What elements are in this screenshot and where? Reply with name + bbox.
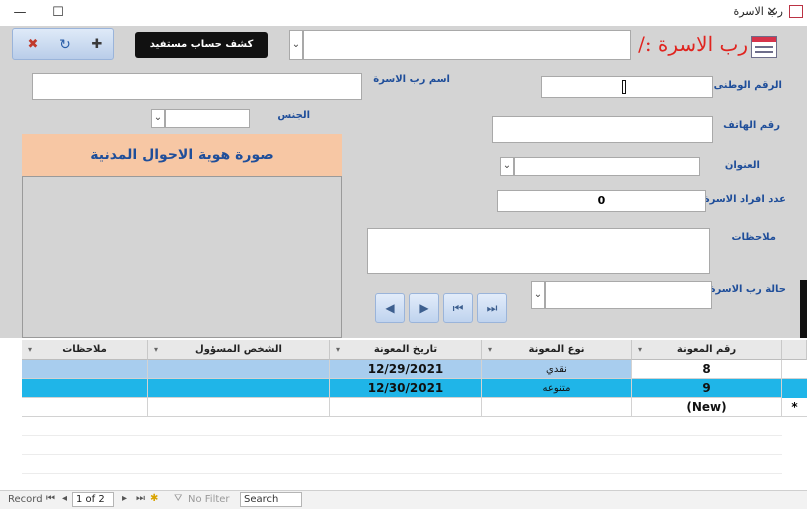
status-dropdown-arrow[interactable]: ⌄ <box>531 281 545 309</box>
close-button[interactable]: ✕ <box>752 0 792 26</box>
gender-combo[interactable] <box>165 109 250 128</box>
delete-record-icon[interactable]: ✖ <box>21 35 45 55</box>
column-header-aid-number-label: رقم المعونة <box>676 344 737 355</box>
column-header-aid-date[interactable]: تاريخ المعونة ▾ <box>330 340 482 360</box>
select-all-corner[interactable] <box>782 340 807 360</box>
address-combo[interactable] <box>514 157 700 176</box>
cell-aid-type[interactable]: نقدي <box>482 360 632 379</box>
last-record-icon[interactable]: ⏭ <box>136 493 145 504</box>
cell-aid-date[interactable]: 12/29/2021 <box>330 360 482 379</box>
form-edge-marker <box>800 280 807 338</box>
status-label: حالة رب الاسرة <box>709 284 786 295</box>
filter-icon: ⛛ <box>174 493 183 504</box>
search-input[interactable]: Search <box>240 492 302 507</box>
beneficiary-statement-button[interactable]: كشف حساب مستفيد <box>135 32 268 58</box>
last-record-button[interactable]: ⏭ <box>477 293 507 323</box>
lookup-dropdown-arrow[interactable]: ⌄ <box>289 30 303 60</box>
cell-empty[interactable] <box>330 398 482 417</box>
row-selector[interactable] <box>782 379 807 398</box>
previous-record-button[interactable]: ◀ <box>375 293 405 323</box>
new-row-marker[interactable]: * <box>782 398 807 417</box>
column-header-notes-label: ملاحظات <box>62 344 107 355</box>
first-record-icon[interactable]: ⏮ <box>46 493 55 504</box>
row-selector[interactable] <box>782 360 807 379</box>
form-title-icon <box>751 36 777 58</box>
new-record-icon[interactable]: ✚ <box>85 35 109 55</box>
id-photo-frame[interactable] <box>22 176 342 338</box>
cell-new-placeholder[interactable]: (New) <box>632 398 782 417</box>
record-position-input[interactable]: 1 of 2 <box>72 492 114 507</box>
id-photo-caption: صورة هوية الاحوال المدنية <box>22 134 342 176</box>
column-header-aid-number[interactable]: رقم المعونة ▾ <box>632 340 782 360</box>
column-header-responsible-label: الشخص المسؤول <box>195 344 282 355</box>
form-body: ✖ ↻ ✚ كشف حساب مستفيد ⌄ رب الاسرة :/ اسم… <box>0 26 807 338</box>
new-record-nav-icon[interactable]: ✱ <box>150 493 158 504</box>
column-header-aid-date-label: تاريخ المعونة <box>373 344 438 355</box>
cell-aid-number[interactable]: 8 <box>632 360 782 379</box>
cell-empty[interactable] <box>482 398 632 417</box>
cell-aid-date[interactable]: 12/30/2021 <box>330 379 482 398</box>
sort-arrow-icon[interactable]: ▾ <box>488 340 492 360</box>
lookup-combo[interactable] <box>303 30 631 60</box>
cell-empty[interactable] <box>148 398 330 417</box>
notes-input[interactable] <box>367 228 710 274</box>
sort-arrow-icon[interactable]: ▾ <box>154 340 158 360</box>
table-row[interactable]: 9 متنوعه 12/30/2021 <box>22 379 782 398</box>
previous-record-icon[interactable]: ◂ <box>62 493 67 504</box>
column-header-aid-type-label: نوع المعونة <box>528 344 585 355</box>
national-id-input[interactable] <box>541 76 713 98</box>
cell-notes[interactable] <box>22 379 148 398</box>
family-count-label: عدد افراد الاسرة <box>703 194 786 205</box>
sort-arrow-icon[interactable]: ▾ <box>638 340 642 360</box>
cell-responsible[interactable] <box>148 360 330 379</box>
column-header-responsible[interactable]: الشخص المسؤول ▾ <box>148 340 330 360</box>
text-cursor <box>622 80 626 94</box>
head-name-label: اسم رب الاسرة <box>373 74 450 85</box>
cell-aid-number[interactable]: 9 <box>632 379 782 398</box>
form-title: رب الاسرة :/ <box>638 32 748 56</box>
aid-datasheet: رقم المعونة ▾ نوع المعونة ▾ تاريخ المعون… <box>0 338 807 490</box>
head-name-input[interactable] <box>32 73 362 100</box>
cell-aid-type[interactable]: متنوعه <box>482 379 632 398</box>
address-dropdown-arrow[interactable]: ⌄ <box>500 157 514 176</box>
undo-icon[interactable]: ↻ <box>53 35 77 55</box>
column-header-aid-type[interactable]: نوع المعونة ▾ <box>482 340 632 360</box>
table-row[interactable]: 8 نقدي 12/29/2021 <box>22 360 782 379</box>
family-count-input[interactable]: 0 <box>497 190 706 212</box>
next-record-icon[interactable]: ▸ <box>122 493 127 504</box>
title-bar: رب الاسرة — ☐ ✕ <box>0 0 807 26</box>
cell-notes[interactable] <box>22 360 148 379</box>
sort-arrow-icon[interactable]: ▾ <box>28 340 32 360</box>
minimize-button[interactable]: — <box>0 0 40 26</box>
phone-input[interactable] <box>492 116 713 143</box>
record-navigation-bar: Record ⏮ ◂ 1 of 2 ▸ ⏭ ✱ ⛛ No Filter Sear… <box>0 490 807 509</box>
new-record-row[interactable]: (New) <box>22 398 782 417</box>
record-label: Record <box>8 494 43 505</box>
status-combo[interactable] <box>545 281 712 309</box>
next-record-button[interactable]: ▶ <box>409 293 439 323</box>
sort-arrow-icon[interactable]: ▾ <box>336 340 340 360</box>
filter-status[interactable]: No Filter <box>188 494 230 505</box>
maximize-button[interactable]: ☐ <box>38 0 78 26</box>
gender-dropdown-arrow[interactable]: ⌄ <box>151 109 165 128</box>
notes-label: ملاحظات <box>731 232 776 243</box>
record-toolbar: ✖ ↻ ✚ <box>12 28 114 60</box>
gender-label: الجنس <box>277 110 310 121</box>
cell-empty[interactable] <box>22 398 148 417</box>
cell-responsible[interactable] <box>148 379 330 398</box>
address-label: العنوان <box>724 160 760 171</box>
empty-grid-area <box>22 417 782 490</box>
column-header-notes[interactable]: ملاحظات ▾ <box>22 340 148 360</box>
first-record-button[interactable]: ⏮ <box>443 293 473 323</box>
